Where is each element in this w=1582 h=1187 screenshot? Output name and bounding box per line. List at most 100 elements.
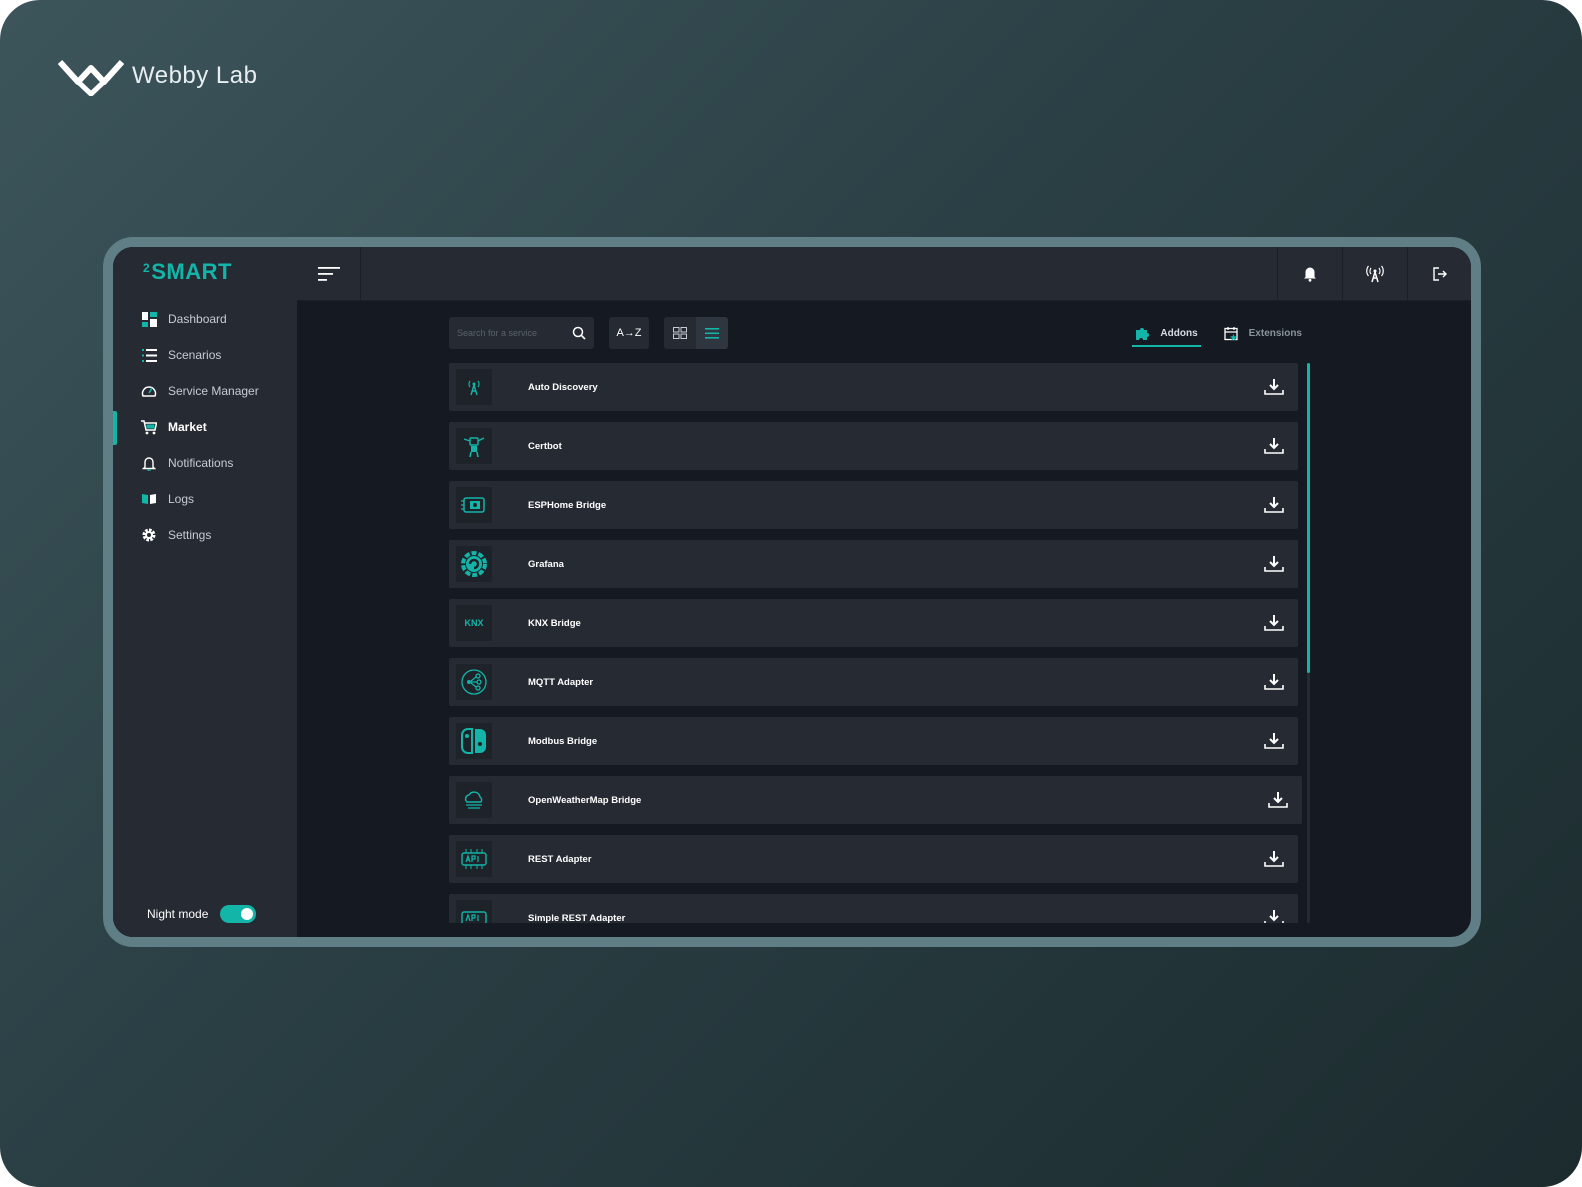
chip-icon <box>461 497 485 513</box>
antenna-icon <box>1365 265 1384 283</box>
background: Webby Lab 2SMART Dashboard Scenarios Ser… <box>0 0 1582 1187</box>
download-button[interactable] <box>1263 849 1285 869</box>
sidebar-item-dashboard[interactable]: Dashboard <box>113 301 297 337</box>
app-logo[interactable]: 2SMART <box>143 259 232 285</box>
download-button[interactable] <box>1263 554 1285 574</box>
tab-label: Extensions <box>1248 327 1302 339</box>
download-button[interactable] <box>1263 495 1285 515</box>
sidebar-item-label: Service Manager <box>168 384 259 398</box>
service-row[interactable]: Modbus Bridge <box>449 717 1298 765</box>
sort-button[interactable]: A→Z <box>609 317 649 349</box>
sidebar-item-label: Dashboard <box>168 312 227 326</box>
book-icon <box>141 491 157 507</box>
download-icon <box>1268 792 1288 808</box>
gear-icon <box>141 527 157 543</box>
service-row[interactable]: Auto Discovery <box>449 363 1298 411</box>
service-thumb <box>456 900 492 923</box>
sidebar-item-label: Logs <box>168 492 195 506</box>
download-icon <box>1264 497 1284 513</box>
tab-label: Addons <box>1160 327 1198 339</box>
menu-toggle-button[interactable] <box>297 247 361 301</box>
service-thumb <box>456 546 492 582</box>
download-button[interactable] <box>1263 613 1285 633</box>
calendar-star-icon <box>1223 326 1238 340</box>
cart-icon <box>141 419 157 435</box>
service-thumb <box>456 723 492 759</box>
service-row[interactable]: Certbot <box>449 422 1298 470</box>
night-mode-toggle[interactable] <box>220 905 257 923</box>
service-row[interactable]: REST Adapter <box>449 835 1298 883</box>
search-icon[interactable] <box>572 326 586 340</box>
sidebar-item-logs[interactable]: Logs <box>113 481 297 517</box>
download-icon <box>1264 379 1284 395</box>
gauge-icon <box>141 383 157 399</box>
brand-name: Webby Lab <box>132 62 258 89</box>
service-thumb <box>456 782 492 818</box>
service-thumb <box>456 487 492 523</box>
top-bar <box>297 247 1471 301</box>
service-list: Auto Discovery Certbot ESPHome Bridge Gr… <box>449 363 1315 923</box>
sidebar-item-scenarios[interactable]: Scenarios <box>113 337 297 373</box>
view-toggle <box>664 317 728 349</box>
night-mode-label: Night mode <box>147 907 209 921</box>
bell-icon <box>1303 267 1316 282</box>
service-row[interactable]: Simple REST Adapter <box>449 894 1298 923</box>
download-icon <box>1264 910 1284 923</box>
search-input[interactable] <box>457 328 567 338</box>
tab-addons[interactable]: Addons <box>1132 317 1201 349</box>
service-row[interactable]: OpenWeatherMap Bridge <box>449 776 1302 824</box>
robot-icon <box>463 437 485 458</box>
api-icon <box>461 911 487 923</box>
download-button[interactable] <box>1263 908 1285 923</box>
sidebar-item-settings[interactable]: Settings <box>113 517 297 553</box>
service-name: OpenWeatherMap Bridge <box>528 794 642 806</box>
antenna-icon <box>468 380 480 396</box>
dashboard-icon <box>141 311 157 327</box>
app-window: 2SMART Dashboard Scenarios Service Manag… <box>103 237 1481 947</box>
sidebar-item-notifications[interactable]: Notifications <box>113 445 297 481</box>
service-row[interactable]: MQTT Adapter <box>449 658 1298 706</box>
market-toolbar: A→Z Addons Extensions <box>449 317 1305 349</box>
service-row[interactable]: Grafana <box>449 540 1298 588</box>
download-icon <box>1264 733 1284 749</box>
search-box <box>449 317 594 349</box>
sidebar-item-market[interactable]: Market <box>113 409 297 445</box>
api-icon <box>461 849 487 869</box>
service-name: Certbot <box>528 440 562 452</box>
download-button[interactable] <box>1263 436 1285 456</box>
logout-button[interactable] <box>1407 247 1471 301</box>
puzzle-icon <box>1136 327 1150 340</box>
download-icon <box>1264 615 1284 631</box>
download-button[interactable] <box>1263 377 1285 397</box>
service-name: MQTT Adapter <box>528 676 594 688</box>
download-button[interactable] <box>1263 731 1285 751</box>
download-icon <box>1264 438 1284 454</box>
sidebar: 2SMART Dashboard Scenarios Service Manag… <box>113 247 297 937</box>
webbylab-brand: Webby Lab <box>58 56 257 96</box>
grafana-icon <box>461 551 487 577</box>
list-view-button[interactable] <box>696 317 728 349</box>
sidebar-item-label: Notifications <box>168 456 234 470</box>
network-icon <box>461 669 487 695</box>
service-thumb <box>456 664 492 700</box>
tab-extensions[interactable]: Extensions <box>1221 317 1305 349</box>
service-name: Modbus Bridge <box>528 735 598 747</box>
sidebar-item-service-manager[interactable]: Service Manager <box>113 373 297 409</box>
logo-superscript: 2 <box>143 261 151 275</box>
switch-icon <box>461 728 486 754</box>
service-name: ESPHome Bridge <box>528 499 607 511</box>
service-row[interactable]: KNX KNX Bridge <box>449 599 1298 647</box>
logout-icon <box>1432 267 1447 281</box>
sidebar-item-label: Market <box>168 420 207 434</box>
list-icon <box>705 327 719 339</box>
sidebar-item-label: Settings <box>168 528 212 542</box>
scrollbar-thumb[interactable] <box>1307 363 1310 673</box>
download-button[interactable] <box>1263 672 1285 692</box>
connection-status-button[interactable] <box>1342 247 1406 301</box>
market-tabs: Addons Extensions <box>1132 317 1305 349</box>
download-button[interactable] <box>1267 790 1289 810</box>
grid-view-button[interactable] <box>664 317 696 349</box>
service-row[interactable]: ESPHome Bridge <box>449 481 1298 529</box>
notifications-button[interactable] <box>1277 247 1341 301</box>
download-icon <box>1264 556 1284 572</box>
